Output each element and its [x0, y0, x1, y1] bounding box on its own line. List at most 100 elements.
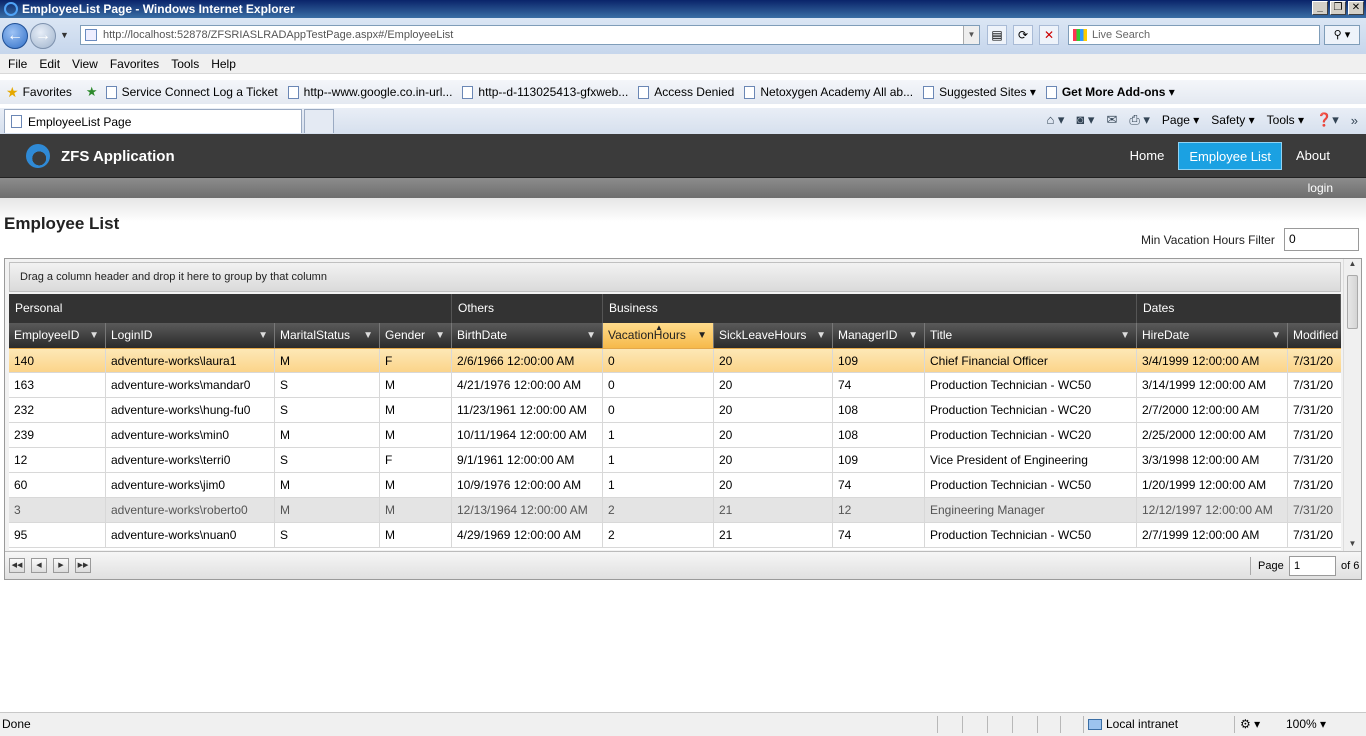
min-vacation-filter-input[interactable]: 0	[1284, 228, 1359, 251]
header-fade	[0, 198, 1366, 222]
fav-link-label: http--www.google.co.in-url...	[303, 85, 453, 99]
column-filter-icon[interactable]: ▼	[816, 323, 826, 348]
group-header-others: Others	[452, 294, 603, 323]
first-page-button[interactable]: ◀◀	[9, 558, 25, 573]
fav-link[interactable]: Access Denied	[638, 85, 734, 99]
address-dropdown-icon[interactable]: ▼	[963, 26, 979, 44]
menu-favorites[interactable]: Favorites	[110, 57, 159, 71]
menu-file[interactable]: File	[8, 57, 27, 71]
table-row[interactable]: 60 adventure-works\jim0 M M 10/9/1976 12:00:…	[9, 473, 1341, 498]
home-icon[interactable]: ⌂ ▾	[1046, 112, 1064, 128]
back-button[interactable]: ←	[2, 23, 28, 49]
column-header-login-id[interactable]: LoginID ▼	[106, 323, 275, 348]
add-favorite-icon[interactable]: ★	[86, 84, 98, 100]
favorites-button[interactable]: Favorites	[23, 85, 72, 99]
column-header-employee-id[interactable]: EmployeeID ▼	[9, 323, 106, 348]
tab-employeelist[interactable]: EmployeeList Page	[4, 109, 302, 133]
column-header-manager-id[interactable]: ManagerID ▼	[833, 323, 925, 348]
refresh-icon[interactable]: ⟳	[1013, 25, 1033, 45]
column-filter-icon[interactable]: ▼	[1120, 323, 1130, 348]
prev-page-button[interactable]: ◀	[31, 558, 47, 573]
history-dropdown-icon[interactable]: ▼	[60, 30, 69, 40]
table-row[interactable]: 12 adventure-works\terri0 S F 9/1/1961 12:00…	[9, 448, 1341, 473]
column-header-modified-date[interactable]: Modified	[1288, 323, 1341, 348]
print-icon[interactable]: ⎙ ▾	[1129, 112, 1150, 128]
fav-link[interactable]: http--d-113025413-gfxweb...	[462, 85, 628, 99]
grid-body: Personal Others Business Dates EmployeeI…	[9, 294, 1341, 550]
column-filter-icon[interactable]: ▼	[435, 323, 445, 348]
menu-view[interactable]: View	[72, 57, 98, 71]
column-filter-icon[interactable]: ▼	[697, 323, 707, 348]
page-menu[interactable]: Page ▾	[1162, 113, 1199, 127]
protected-mode-icon[interactable]: ⚙ ▾	[1240, 717, 1260, 731]
scroll-up-icon[interactable]: ▲	[1344, 259, 1361, 271]
table-row[interactable]: 239 adventure-works\min0 M M 10/11/1964 12:0…	[9, 423, 1341, 448]
table-row[interactable]: 95 adventure-works\nuan0 S M 4/29/1969 12:00…	[9, 523, 1341, 548]
status-separator	[1234, 716, 1235, 733]
search-input[interactable]: Live Search	[1068, 25, 1320, 45]
column-header-gender[interactable]: Gender ▼	[380, 323, 452, 348]
table-row[interactable]: 163 adventure-works\mandar0 S M 4/21/1976 12…	[9, 373, 1341, 398]
feeds-icon[interactable]: ◙ ▾	[1076, 112, 1094, 128]
cell-manager-id: 108	[833, 398, 925, 422]
status-separator	[1083, 716, 1084, 733]
fav-link[interactable]: Netoxygen Academy All ab...	[744, 85, 913, 99]
last-page-button[interactable]: ▶▶	[75, 558, 91, 573]
page-number-input[interactable]: 1	[1289, 556, 1336, 576]
column-filter-icon[interactable]: ▼	[908, 323, 918, 348]
column-header-birth-date[interactable]: BirthDate ▼	[452, 323, 603, 348]
forward-button[interactable]: →	[30, 23, 56, 49]
favorites-star-icon[interactable]: ★	[6, 84, 19, 101]
next-page-button[interactable]: ▶	[53, 558, 69, 573]
column-header-sick-leave-hours[interactable]: SickLeaveHours ▼	[714, 323, 833, 348]
google-icon	[638, 85, 650, 99]
restore-button[interactable]: ❐	[1330, 1, 1346, 15]
more-chevron-icon[interactable]: »	[1351, 113, 1358, 128]
minimize-button[interactable]: _	[1312, 1, 1328, 15]
help-icon[interactable]: ❓▾	[1316, 112, 1339, 128]
table-row[interactable]: 3 adventure-works\roberto0 M M 12/13/1964 12…	[9, 498, 1341, 523]
column-header-marital-status[interactable]: MaritalStatus ▼	[275, 323, 380, 348]
column-filter-icon[interactable]: ▼	[258, 323, 268, 348]
search-button[interactable]: ⚲ ▾	[1324, 25, 1360, 45]
menu-tools[interactable]: Tools	[171, 57, 199, 71]
column-header-vacation-hours[interactable]: VacationHours ▲ ▼	[603, 323, 714, 348]
column-filter-icon[interactable]: ▼	[586, 323, 596, 348]
scroll-down-icon[interactable]: ▼	[1344, 539, 1361, 551]
column-filter-icon[interactable]: ▼	[1271, 323, 1281, 348]
status-separator	[1060, 716, 1061, 733]
column-header-hire-date[interactable]: HireDate ▼	[1137, 323, 1288, 348]
fav-link[interactable]: http--www.google.co.in-url...	[287, 85, 453, 99]
table-row[interactable]: 140 adventure-works\laura1 M F 2/6/1966 12:0…	[9, 348, 1341, 373]
tools-menu[interactable]: Tools ▾	[1267, 113, 1304, 127]
close-window-button[interactable]: ✕	[1348, 1, 1364, 15]
table-row[interactable]: 232 adventure-works\hung-fu0 S M 11/23/1961 …	[9, 398, 1341, 423]
group-by-panel[interactable]: Drag a column header and drop it here to…	[9, 262, 1341, 292]
fav-link[interactable]: Service Connect Log a Ticket	[105, 85, 278, 99]
column-filter-icon[interactable]: ▼	[89, 323, 99, 348]
security-zone[interactable]: Local intranet	[1088, 717, 1178, 731]
stop-icon[interactable]: ✕	[1039, 25, 1059, 45]
suggested-sites[interactable]: Suggested Sites ▾	[923, 85, 1036, 99]
menu-help[interactable]: Help	[211, 57, 236, 71]
login-link[interactable]: login	[1308, 181, 1333, 195]
nav-about[interactable]: About	[1286, 142, 1340, 170]
nav-home[interactable]: Home	[1120, 142, 1175, 170]
ie-logo-icon	[4, 2, 18, 16]
cell-title: Production Technician - WC50	[925, 523, 1137, 547]
vertical-scrollbar[interactable]: ▲ ▼	[1343, 259, 1361, 551]
compatibility-view-icon[interactable]: ▤	[987, 25, 1007, 45]
new-tab-button[interactable]	[304, 109, 334, 133]
nav-employee-list[interactable]: Employee List	[1178, 142, 1283, 170]
column-header-title[interactable]: Title ▼	[925, 323, 1137, 348]
menu-edit[interactable]: Edit	[39, 57, 60, 71]
safety-menu[interactable]: Safety ▾	[1211, 113, 1254, 127]
fav-link-label: Suggested Sites ▾	[939, 85, 1036, 99]
mail-icon[interactable]: ✉	[1106, 112, 1117, 128]
get-more-addons[interactable]: Get More Add-ons ▾	[1045, 85, 1175, 99]
column-filter-icon[interactable]: ▼	[363, 323, 373, 348]
scroll-thumb[interactable]	[1347, 275, 1358, 329]
address-input[interactable]: http://localhost:52878/ZFSRIASLRADAppTes…	[80, 25, 980, 45]
cell-sick-leave-hours: 20	[714, 473, 833, 497]
zoom-level[interactable]: 100% ▾	[1286, 717, 1326, 731]
